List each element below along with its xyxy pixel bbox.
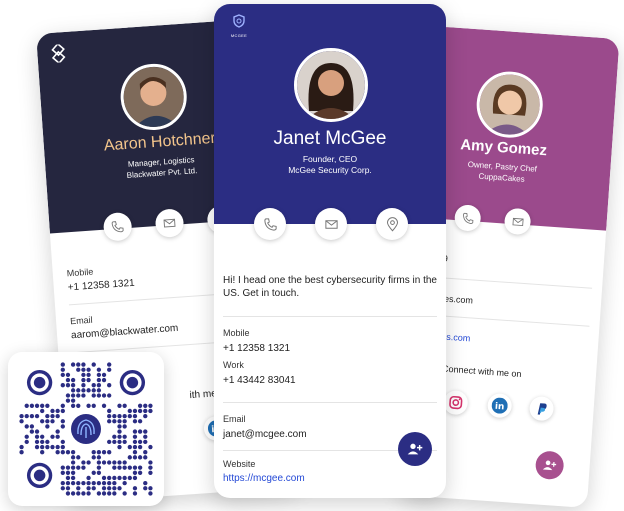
contact-name: Janet McGee — [273, 128, 387, 149]
website-link[interactable]: https://mcgee.com — [223, 473, 305, 484]
call-button[interactable] — [254, 208, 286, 240]
email-label: Email — [223, 414, 246, 424]
qr-code[interactable] — [19, 362, 153, 496]
email-button[interactable] — [503, 207, 532, 236]
bio-text: Hi! I head one the best cybersecurity fi… — [223, 275, 437, 299]
mobile-value[interactable]: +1 12358 1321 — [67, 278, 135, 294]
website-label: Website — [223, 459, 256, 469]
linkedin-button[interactable]: in — [486, 392, 513, 419]
mail-icon — [324, 219, 338, 229]
instagram-icon — [449, 395, 463, 410]
location-button[interactable] — [376, 208, 408, 240]
avatar — [294, 48, 368, 122]
mobile-label: Mobile — [223, 328, 250, 338]
add-contact-button[interactable] — [398, 432, 432, 466]
divider — [422, 275, 593, 289]
paypal-button[interactable] — [528, 395, 555, 422]
call-button[interactable] — [453, 204, 482, 232]
mobile-label: Mobile — [66, 266, 94, 279]
phone-icon — [111, 221, 124, 233]
add-contact-button[interactable] — [534, 450, 565, 481]
work-value[interactable]: +1 43442 83041 — [223, 375, 296, 386]
phone-icon — [263, 217, 277, 231]
divider — [223, 316, 437, 317]
phone-icon — [462, 212, 473, 224]
email-button[interactable] — [315, 208, 347, 240]
email-value[interactable]: janet@mcgee.com — [223, 429, 307, 440]
contact-company: McGee Security Corp. — [288, 165, 372, 175]
janet-card: MCGEE Janet McGee Founder, CEO McGee Sec… — [214, 4, 446, 498]
paypal-icon — [537, 403, 547, 415]
email-value[interactable]: aarom@blackwater.com — [71, 323, 179, 341]
location-icon — [386, 216, 398, 232]
add-contact-icon — [542, 460, 557, 471]
add-contact-icon — [407, 443, 423, 455]
instagram-button[interactable] — [442, 389, 469, 416]
mail-icon — [163, 218, 176, 228]
company-logo: MCGEE — [226, 14, 252, 38]
contact-title: Founder, CEO — [302, 154, 358, 164]
qr-code-card — [8, 352, 164, 506]
svg-text:in: in — [494, 402, 504, 413]
connect-label: Connect with me on — [441, 363, 522, 380]
mail-icon — [512, 217, 524, 226]
divider — [223, 402, 437, 403]
work-label: Work — [223, 360, 244, 370]
company-logo-icon — [49, 42, 69, 68]
shield-icon — [233, 14, 245, 28]
mobile-value[interactable]: +1 12358 1321 — [223, 343, 290, 354]
logo-text: MCGEE — [230, 33, 248, 38]
email-label: Email — [69, 314, 93, 327]
linkedin-icon: in — [491, 397, 508, 414]
